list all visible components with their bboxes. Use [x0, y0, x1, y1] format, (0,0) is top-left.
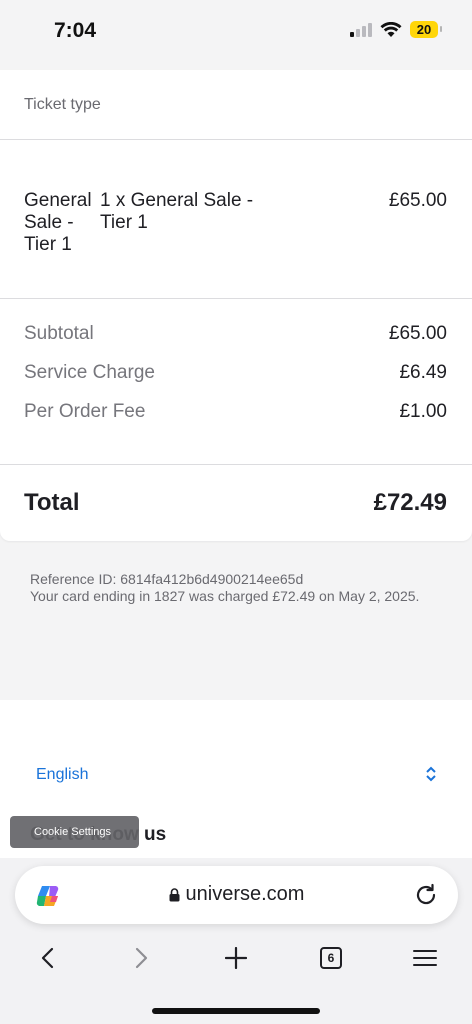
order-fee-value: £1.00 [399, 401, 447, 422]
ticket-type-header: Ticket type [0, 70, 472, 140]
tabs-button[interactable]: 6 [311, 940, 351, 976]
back-button[interactable] [27, 940, 67, 976]
url-text[interactable]: universe.com [15, 883, 458, 906]
address-bar[interactable]: universe.com [15, 866, 458, 924]
total-label: Total [24, 489, 80, 516]
service-charge-label: Service Charge [24, 362, 155, 383]
chevron-left-icon [41, 947, 54, 969]
item-description: 1 x General Sale - Tier 1 [100, 190, 254, 233]
order-fee-row: Per Order Fee £1.00 [24, 401, 447, 423]
status-icons: 20 [350, 21, 442, 38]
item-price: £65.00 [388, 190, 447, 211]
chevron-right-icon [135, 947, 148, 969]
reference-id: Reference ID: 6814fa412b6d4900214ee65d [30, 571, 304, 587]
url-label: universe.com [185, 883, 305, 905]
item-name: General Sale - Tier 1 [24, 190, 92, 255]
service-charge-value: £6.49 [399, 362, 447, 383]
total-value: £72.49 [373, 489, 447, 516]
new-tab-button[interactable] [216, 940, 256, 976]
status-bar: 7:04 20 [0, 0, 472, 62]
plus-icon [225, 947, 247, 969]
line-item: General Sale - Tier 1 1 x General Sale -… [0, 140, 472, 299]
language-selector[interactable]: English [36, 766, 88, 784]
status-time: 7:04 [54, 19, 97, 42]
total-row: Total £72.49 [0, 465, 472, 541]
browser-toolbar: 6 [0, 940, 472, 976]
cellular-signal-icon [350, 22, 372, 37]
reload-icon[interactable] [414, 883, 438, 907]
order-fee-label: Per Order Fee [24, 401, 146, 422]
chevron-up-down-icon[interactable] [424, 766, 438, 782]
subtotal-value: £65.00 [388, 323, 447, 344]
price-summary: Subtotal £65.00 Service Charge £6.49 Per… [0, 299, 472, 465]
wifi-icon [380, 21, 402, 37]
lock-icon [169, 887, 180, 902]
charge-note: Your card ending in 1827 was charged £72… [30, 588, 420, 604]
home-indicator [152, 1008, 320, 1014]
ticket-type-label: Ticket type [24, 96, 101, 113]
menu-button[interactable] [405, 940, 445, 976]
subtotal-row: Subtotal £65.00 [24, 323, 447, 345]
payment-reference: Reference ID: 6814fa412b6d4900214ee65d Y… [30, 571, 440, 605]
forward-button[interactable] [122, 940, 162, 976]
cookie-settings-button[interactable]: Cookie Settings [10, 816, 139, 848]
service-charge-row: Service Charge £6.49 [24, 362, 447, 384]
battery-icon: 20 [410, 21, 442, 38]
subtotal-label: Subtotal [24, 323, 94, 344]
order-summary-card: Ticket type General Sale - Tier 1 1 x Ge… [0, 70, 472, 541]
hamburger-menu-icon [413, 950, 437, 966]
tab-count: 6 [320, 947, 342, 969]
browser-chrome: universe.com 6 [0, 858, 472, 1024]
